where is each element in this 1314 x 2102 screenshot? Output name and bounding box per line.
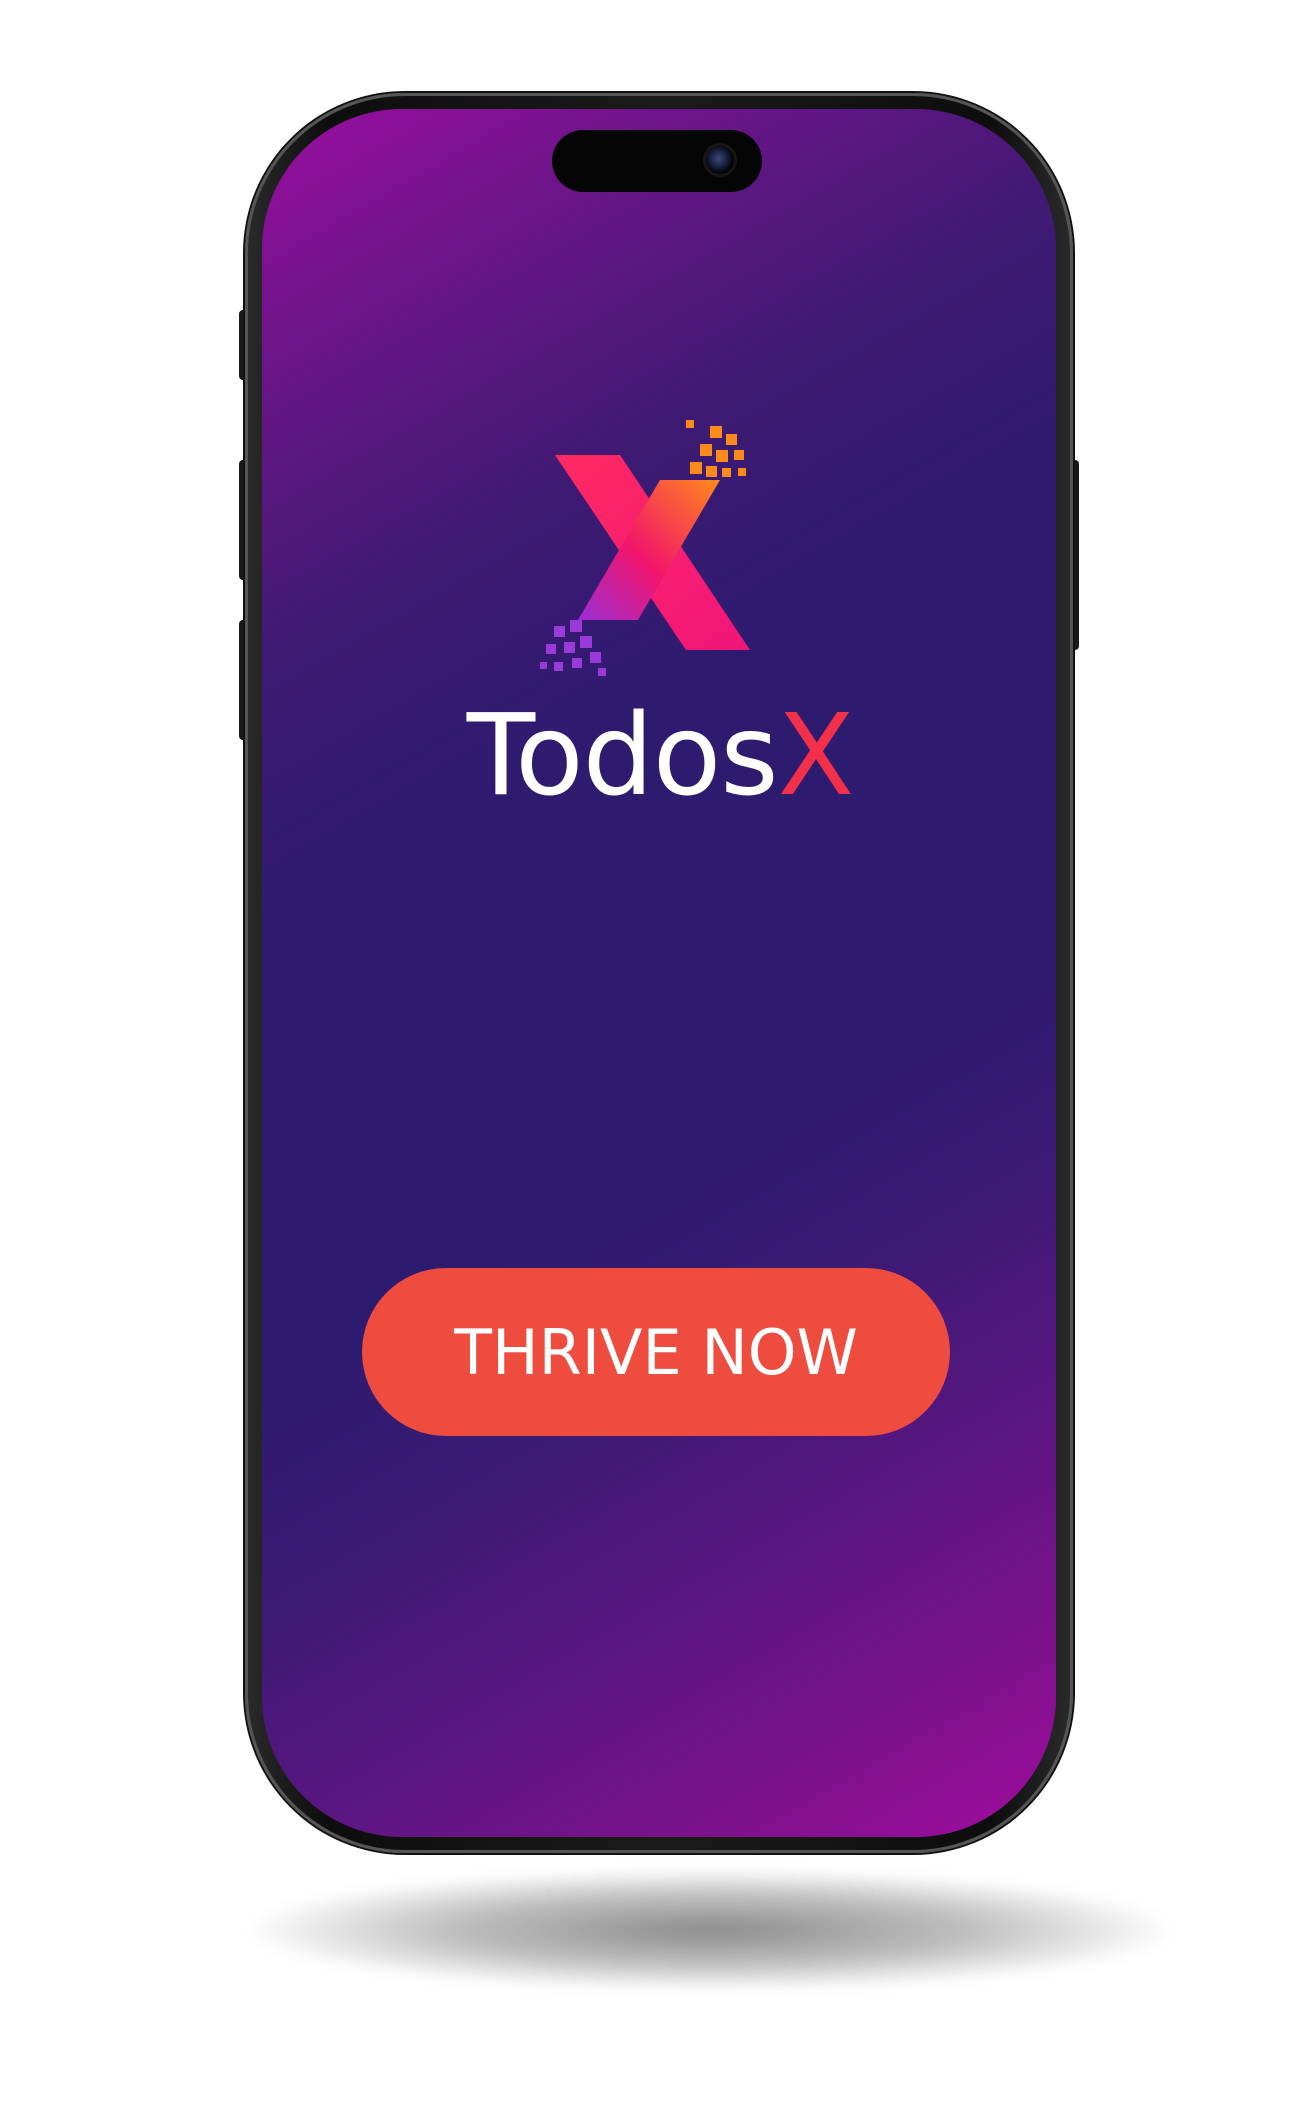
x-logo-icon — [540, 420, 750, 676]
app-name: TodosX — [400, 700, 920, 812]
thrive-now-button[interactable]: THRIVE NOW — [362, 1268, 950, 1436]
mockup-stage: TodosX THRIVE NOW — [0, 0, 1314, 2102]
app-name-part2: X — [777, 691, 855, 821]
camera-icon — [706, 146, 734, 174]
phone-shadow — [250, 1870, 1170, 1990]
app-name-part1: Todos — [466, 691, 779, 821]
app-screen — [262, 109, 1056, 1837]
